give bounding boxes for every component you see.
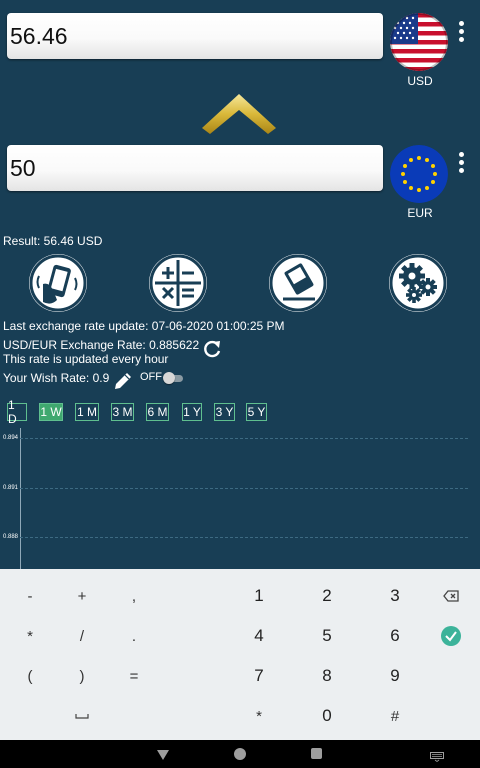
key-0[interactable]: 0 <box>307 701 347 731</box>
period-1w[interactable]: 1 W <box>39 403 63 421</box>
wish-rate-toggle[interactable] <box>163 372 185 384</box>
key-1[interactable]: 1 <box>239 581 279 611</box>
exchange-rate-text: USD/EUR Exchange Rate: 0.885622 <box>3 338 200 352</box>
space-icon[interactable] <box>62 701 102 731</box>
enter-check-icon[interactable] <box>431 621 471 651</box>
chevron-up-icon[interactable] <box>202 94 276 136</box>
last-update-text: Last exchange rate update: 07-06-2020 01… <box>3 319 285 333</box>
period-1d[interactable]: 1 D <box>7 398 27 426</box>
rate-chart: 0.894 0.891 0.888 <box>0 428 480 569</box>
y-tick-label: 0.891 <box>3 485 19 491</box>
period-1y[interactable]: 1 Y <box>182 403 202 421</box>
to-amount-value: 50 <box>10 154 36 181</box>
period-label: 1 D <box>8 398 17 426</box>
key-label: 8 <box>322 666 332 685</box>
key-label: * <box>256 707 262 725</box>
period-label: 1 Y <box>183 405 201 419</box>
period-3m[interactable]: 3 M <box>111 403 134 421</box>
key-label: # <box>390 707 400 725</box>
key-label: ( <box>27 667 33 685</box>
wish-rate-text: Your Wish Rate: 0.9 <box>3 371 110 385</box>
key-5[interactable]: 5 <box>307 621 347 651</box>
numeric-keyboard: - + , 1 2 3 * / . 4 5 6 ( ) = 7 8 9 * 0 … <box>0 569 480 740</box>
refresh-icon[interactable] <box>201 338 223 360</box>
chart-gridline <box>20 488 468 489</box>
key-label: * <box>27 627 33 645</box>
phone-shake-icon[interactable] <box>29 254 87 312</box>
key-plus[interactable]: + <box>62 581 102 611</box>
key-label: . <box>131 627 137 645</box>
recents-icon[interactable] <box>311 748 322 759</box>
key-label: 4 <box>254 626 264 645</box>
key-label: , <box>131 587 137 605</box>
key-label: 3 <box>390 586 400 605</box>
eu-flag-icon[interactable] <box>390 145 448 203</box>
period-3y[interactable]: 3 Y <box>214 403 235 421</box>
period-label: 5 Y <box>247 405 266 419</box>
key-label: 2 <box>322 586 332 605</box>
calculator-icon[interactable] <box>149 254 207 312</box>
key-8[interactable]: 8 <box>307 661 347 691</box>
key-equals[interactable]: = <box>114 661 154 691</box>
chart-gridline <box>20 438 468 439</box>
period-6m[interactable]: 6 M <box>146 403 169 421</box>
period-label: 3 M <box>112 405 133 419</box>
key-label: 1 <box>254 586 264 605</box>
key-label: + <box>77 587 87 605</box>
from-amount-value: 56.46 <box>10 22 68 49</box>
y-tick-label: 0.894 <box>3 435 19 441</box>
key-asterisk[interactable]: * <box>10 621 50 651</box>
key-label: 7 <box>254 666 264 685</box>
period-5y[interactable]: 5 Y <box>246 403 267 421</box>
key-label: / <box>79 627 85 645</box>
system-nav-bar <box>0 740 480 768</box>
backspace-icon[interactable] <box>431 581 471 611</box>
key-label: 6 <box>390 626 400 645</box>
key-comma[interactable]: , <box>114 581 154 611</box>
result-text: Result: 56.46 USD <box>3 234 103 248</box>
period-label: 1 M <box>76 405 97 419</box>
key-close-paren[interactable]: ) <box>62 661 102 691</box>
key-6[interactable]: 6 <box>375 621 415 651</box>
period-label: 1 W <box>40 405 62 419</box>
chart-gridline <box>20 537 468 538</box>
keyboard-switch-icon[interactable] <box>430 749 444 762</box>
key-label: 5 <box>322 626 332 645</box>
to-currency-code: EUR <box>407 206 433 220</box>
key-star[interactable]: * <box>239 701 279 731</box>
key-3[interactable]: 3 <box>375 581 415 611</box>
key-7[interactable]: 7 <box>239 661 279 691</box>
key-2[interactable]: 2 <box>307 581 347 611</box>
period-label: 6 M <box>147 405 168 419</box>
from-amount-input[interactable]: 56.46 <box>7 13 383 59</box>
usa-flag-icon[interactable] <box>390 13 448 71</box>
wish-toggle-label: OFF <box>140 371 162 383</box>
key-label: - <box>27 587 33 605</box>
key-4[interactable]: 4 <box>239 621 279 651</box>
from-more-menu-icon[interactable] <box>459 21 465 45</box>
key-label: 0 <box>322 706 332 725</box>
to-more-menu-icon[interactable] <box>459 152 465 176</box>
eraser-icon[interactable] <box>269 254 327 312</box>
settings-gears-icon[interactable] <box>389 254 447 312</box>
chart-y-axis <box>20 428 21 569</box>
update-note-text: This rate is updated every hour <box>3 352 169 366</box>
key-9[interactable]: 9 <box>375 661 415 691</box>
to-amount-input[interactable]: 50 <box>7 145 383 191</box>
key-minus[interactable]: - <box>10 581 50 611</box>
home-icon[interactable] <box>234 748 246 760</box>
back-icon[interactable] <box>156 748 170 760</box>
key-label: 9 <box>390 666 400 685</box>
key-hash[interactable]: # <box>375 701 415 731</box>
pencil-edit-icon[interactable] <box>112 370 134 392</box>
key-label: = <box>129 667 139 685</box>
key-period[interactable]: . <box>114 621 154 651</box>
key-label: ) <box>79 667 85 685</box>
key-open-paren[interactable]: ( <box>10 661 50 691</box>
from-currency-code: USD <box>407 74 433 88</box>
period-label: 3 Y <box>215 405 234 419</box>
key-slash[interactable]: / <box>62 621 102 651</box>
y-tick-label: 0.888 <box>3 534 19 540</box>
period-1m[interactable]: 1 M <box>75 403 99 421</box>
